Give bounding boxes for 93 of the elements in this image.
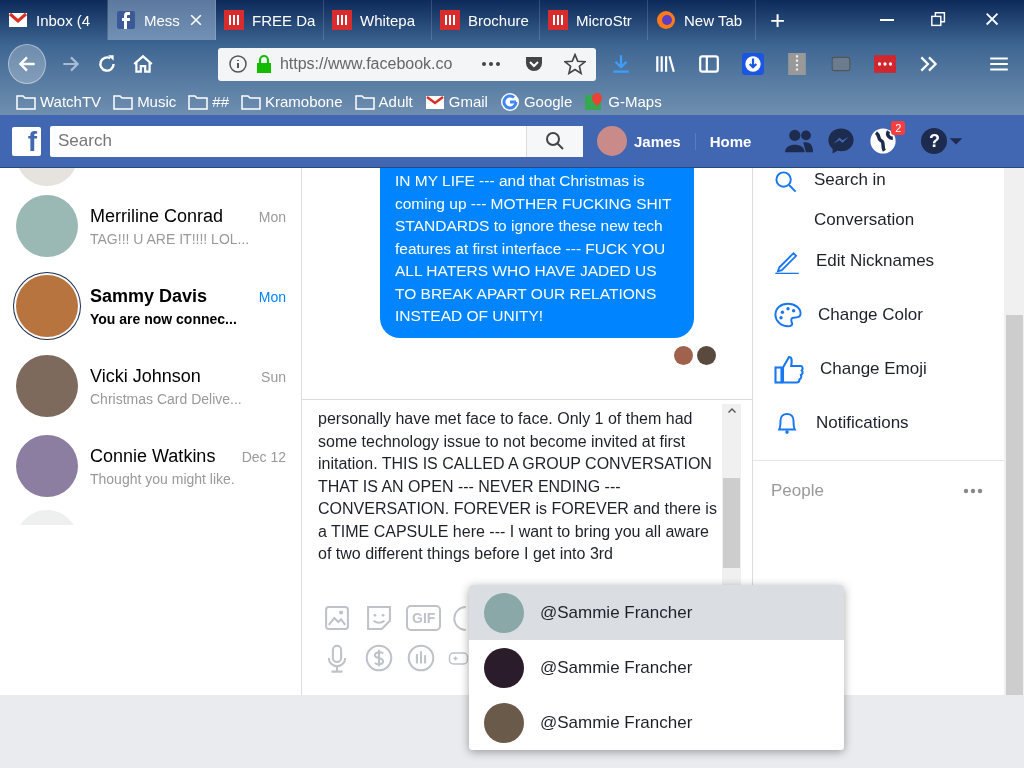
home-icon xyxy=(131,53,154,75)
palette-icon xyxy=(774,301,802,329)
photos-icon xyxy=(322,603,352,633)
new-tab-button[interactable]: + xyxy=(756,0,800,40)
messenger-icon xyxy=(827,127,856,155)
profile-link[interactable]: James xyxy=(597,126,681,156)
avatar xyxy=(16,275,78,337)
bookmark[interactable]: ## xyxy=(188,91,229,112)
browser-tab[interactable]: Inbox (4 xyxy=(0,0,108,40)
conversation-item[interactable]: Connie Watkins Dec 12 Thought you might like. xyxy=(0,426,301,506)
mention-suggestion[interactable]: @Sammie Francher xyxy=(469,585,844,640)
conversation-item[interactable]: Merriline Conrad Mon TAG!!! U ARE IT!!!! LOL... xyxy=(0,186,301,266)
avatar xyxy=(597,126,627,156)
conversation-option[interactable]: Change Emoji xyxy=(774,342,1004,396)
more-dots-icon xyxy=(962,486,984,496)
game-controller-icon xyxy=(448,651,469,665)
avatar xyxy=(484,647,524,688)
browser-tab[interactable]: New Tab xyxy=(648,0,756,40)
circle-edge-icon xyxy=(453,604,468,632)
message-time: Dec 12 xyxy=(241,448,286,465)
facebook-icon xyxy=(116,10,136,30)
bookmark[interactable]: Kramobone xyxy=(241,91,343,112)
contact-name: Merriline Conrad xyxy=(90,205,224,227)
facebook-logo[interactable]: f xyxy=(12,126,41,156)
home-link[interactable]: Home xyxy=(694,132,752,150)
search-button[interactable] xyxy=(526,125,583,157)
mention-suggestion[interactable]: @Sammie Francher xyxy=(469,695,844,750)
avatar xyxy=(484,702,524,743)
search-icon xyxy=(545,131,565,151)
conversation-option[interactable]: Notifications xyxy=(774,396,1004,450)
browser-tab[interactable]: Brochure xyxy=(432,0,540,40)
thumbs-up-icon xyxy=(774,354,804,384)
dots-box-icon xyxy=(874,53,896,75)
section-title: People xyxy=(771,481,824,501)
minimize-icon xyxy=(880,19,894,21)
more-dots-icon xyxy=(482,62,500,66)
browser-tab[interactable]: MicroStr xyxy=(540,0,648,40)
library-icon xyxy=(654,53,676,75)
contact-name: Vicki Johnson xyxy=(90,365,201,387)
message-preview: Thought you might like. xyxy=(90,470,236,487)
browser-icon xyxy=(656,10,676,30)
download-icon xyxy=(610,53,632,75)
mention-suggestion[interactable]: @Sammie Francher xyxy=(469,640,844,695)
bookmark[interactable]: G-Maps xyxy=(584,91,662,112)
bookmark[interactable]: Google xyxy=(499,91,573,112)
scrollbar-thumb[interactable] xyxy=(723,478,740,568)
message-preview: Christmas Card Delive... xyxy=(90,390,243,407)
message-bubble: IN MY LIFE --- and that Christmas is coming up --- MOTHER FUCKING SHIT STANDARDS to ignore these new tech features at first interface --- FUCK YOU ALL HATERS WHO HAVE JADED US TO BREAK APART OUR RELATIONS INSTEAD OF UNITY! xyxy=(380,168,694,338)
bookmark[interactable]: WatchTV xyxy=(16,91,102,112)
scrollbar-thumb[interactable] xyxy=(1006,315,1023,695)
star-icon xyxy=(564,53,586,75)
download-circle-icon xyxy=(742,53,764,75)
mail-icon xyxy=(8,10,28,30)
search-field[interactable]: Search xyxy=(50,125,526,157)
bookmark[interactable]: Gmail xyxy=(424,91,488,112)
bookmark[interactable]: Music xyxy=(113,91,177,112)
sticker-icon xyxy=(364,603,394,633)
notification-count: 2 xyxy=(891,121,906,135)
bars-icon xyxy=(224,10,244,30)
message-time: Mon xyxy=(258,208,286,225)
back-button[interactable] xyxy=(8,44,46,84)
browser-tab[interactable]: Whitepa xyxy=(324,0,432,40)
contact-name: Connie Watkins xyxy=(90,445,216,467)
restore-icon xyxy=(930,11,948,29)
sidebar-icon xyxy=(698,53,720,75)
bookmark[interactable]: Adult xyxy=(354,91,413,112)
map-pin-icon xyxy=(584,91,605,112)
message-time: Mon xyxy=(258,288,286,305)
conversation-option[interactable]: Change Color xyxy=(774,288,1004,342)
browser-tab[interactable]: FREE Da xyxy=(216,0,324,40)
g-icon xyxy=(499,91,520,112)
bars-icon xyxy=(332,10,352,30)
help-button[interactable]: ? xyxy=(921,128,948,154)
info-icon xyxy=(227,54,248,74)
bars-icon xyxy=(548,10,568,30)
message-preview: You are now connec... xyxy=(90,310,238,327)
avatar xyxy=(484,592,524,633)
dollar-icon xyxy=(364,643,394,673)
contact-name: Sammy Davis xyxy=(90,285,208,307)
seen-avatar xyxy=(697,345,716,365)
pocket-icon xyxy=(524,54,544,74)
search-icon xyxy=(774,170,798,194)
bars-icon xyxy=(440,10,460,30)
poll-icon xyxy=(406,643,436,673)
friends-icon xyxy=(785,127,814,155)
address-bar[interactable]: https://www.facebook.co xyxy=(217,47,596,81)
seen-avatar xyxy=(674,345,693,365)
conversation-item[interactable]: Sammy Davis Mon You are now connec... xyxy=(0,266,301,346)
message-preview: TAG!!! U ARE IT!!!! LOL... xyxy=(90,230,251,247)
browser-tab[interactable]: Mess xyxy=(108,0,216,40)
conversation-item[interactable]: Vicki Johnson Sun Christmas Card Delive... xyxy=(0,346,301,426)
zipper-icon xyxy=(786,53,808,75)
message-time: Sun xyxy=(261,368,286,385)
